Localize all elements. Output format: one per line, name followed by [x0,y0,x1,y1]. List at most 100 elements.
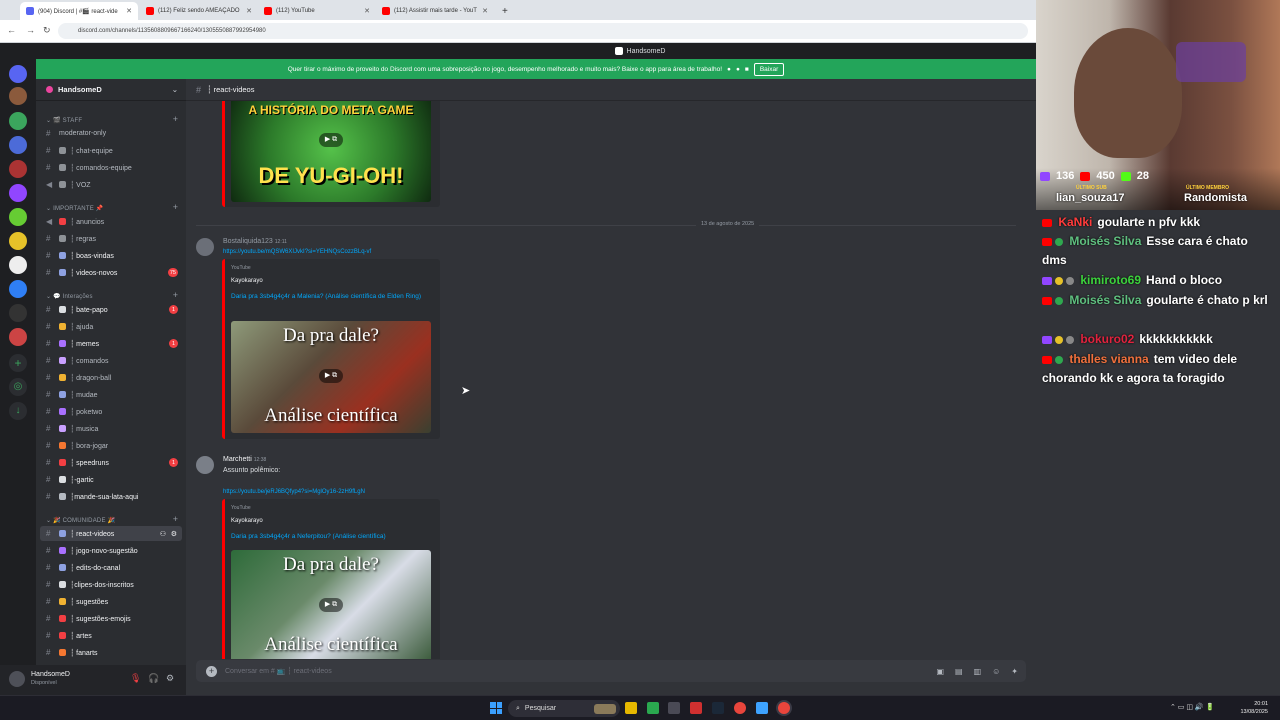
play-icon[interactable]: ▶ ⧉ [319,369,343,383]
windows-start-icon[interactable] [490,702,502,714]
browser-tab-youtube-3[interactable]: (112) Assistir mais tarde - YouT ✕ [376,2,494,20]
message-link[interactable]: https://youtu.be/mQSW6XIJvkI?si=YEHNQsCo… [223,249,371,255]
category-interacoes[interactable]: ⌄ 💬 Interações [46,293,93,300]
channel-mudae[interactable]: # ┆ mudae [40,387,182,402]
server-icon[interactable] [9,232,27,250]
add-channel-icon[interactable]: + [173,514,178,524]
channel-speedruns[interactable]: # ┆ speedruns 1 [40,455,182,470]
embed-title[interactable]: Daria pra 3sb4g4ç4r a Malenia? (Análise … [231,292,431,302]
server-icon[interactable] [9,112,27,130]
home-icon[interactable] [9,65,27,83]
chrome-active-icon[interactable] [778,702,790,714]
play-icon[interactable]: ▶ ⧉ [319,133,343,147]
video-thumbnail[interactable]: Da pra dale? Análise científica ▶ ⧉ [231,321,431,433]
video-thumbnail[interactable]: A HISTÓRIA DO META GAME DE YU-GI-OH! ▶ ⧉ [231,101,431,202]
channel-anuncios[interactable]: ◀ ┆ anuncios [40,214,182,229]
gear-icon[interactable]: ⚙ [166,673,174,684]
chevron-down-icon[interactable]: ⌄ [172,85,178,94]
channel-comandos[interactable]: # ┆ comandos [40,353,182,368]
add-server-icon[interactable]: + [9,354,27,372]
back-icon[interactable]: ← [7,25,16,35]
channel-dragon-ball[interactable]: # ┆ dragon-ball [40,370,182,385]
taskbar-clock[interactable]: 20:01 13/08/2025 [1240,700,1268,716]
play-icon[interactable]: ▶ ⧉ [319,598,343,612]
channel-musica[interactable]: # ┆ musica [40,421,182,436]
add-channel-icon[interactable]: + [173,114,178,124]
channel-clipes-dos-inscritos[interactable]: # ┆clipes-dos-inscritos [40,577,182,592]
channel-moderator-only[interactable]: # moderator-only [40,126,182,141]
gear-icon[interactable]: ⚙ [171,530,177,538]
emoji-icon[interactable]: ☺ [992,667,1000,676]
channel-poketwo[interactable]: # ┆ poketwo [40,404,182,419]
terminal-icon[interactable] [668,702,680,714]
server-icon[interactable] [9,328,27,346]
channel-ajuda[interactable]: # ┆ ajuda [40,319,182,334]
avatar[interactable] [9,671,25,687]
add-channel-icon[interactable]: + [173,202,178,212]
apps-icon[interactable]: ✦ [1011,667,1018,676]
forward-icon[interactable]: → [26,25,35,35]
server-icon[interactable] [9,136,27,154]
channel-jogo-novo-sugestao[interactable]: # ┆ jogo-novo-sugestão [40,543,182,558]
channel-boas-vindas[interactable]: # ┆ boas-vindas [40,248,182,263]
server-icon[interactable] [9,280,27,298]
close-icon[interactable]: ✕ [364,7,370,15]
avatar[interactable] [196,238,214,256]
channel-memes[interactable]: # ┆ memes 1 [40,336,182,351]
file-explorer-icon[interactable] [625,702,637,714]
new-tab-button[interactable]: + [496,2,510,20]
channel-edits-do-canal[interactable]: # ┆ edits-do-canal [40,560,182,575]
embed-title[interactable]: Daria pra 3sb4g4ç4r a Neferpitou? (Análi… [231,532,431,542]
browser-tab-discord[interactable]: (904) Discord | #🎬 react-vide ✕ [20,2,138,20]
channel-fanarts[interactable]: # ┆ fanarts [40,645,182,660]
channel-sugestoes-emojis[interactable]: # ┆ sugestões-emojis [40,611,182,626]
system-tray-icons[interactable]: ⌃ ▭ ◫ 🔊 🔋 [1170,703,1214,711]
server-icon[interactable] [9,160,27,178]
channel-regras[interactable]: # ┆ regras [40,231,182,246]
channel-bora-jogar[interactable]: # ┆ bora-jogar [40,438,182,453]
server-icon[interactable] [9,256,27,274]
download-button[interactable]: Baixar [753,62,785,76]
channel-react-videos[interactable]: # ┆ react-videos ⚇ ⚙ [40,526,182,541]
download-icon[interactable]: ↓ [9,402,27,420]
embed-author[interactable]: Kayokarayo [231,278,263,284]
embed-author[interactable]: Kayokarayo [231,518,263,524]
add-channel-icon[interactable]: + [173,290,178,300]
gift-icon[interactable]: ▣ [936,667,944,676]
channel-chat-equipe[interactable]: # ┆ chat-equipe [40,143,182,158]
app-icon[interactable] [690,702,702,714]
channel-videos-novos[interactable]: # ┆ videos-novos 75 [40,265,182,280]
message-author[interactable]: Bostaliquida123 12:11 [223,238,287,245]
server-icon[interactable] [9,208,27,226]
add-attachment-icon[interactable]: + [206,665,217,677]
avatar[interactable] [196,456,214,474]
channel-gartic[interactable]: # ┆-gartic [40,472,182,487]
steam-icon[interactable] [712,702,724,714]
add-member-icon[interactable]: ⚇ [160,530,166,538]
drive-icon[interactable] [756,702,768,714]
channel-mande-sua-lata-aqui[interactable]: # ┆mande-sua-lata-aqui [40,489,182,504]
reload-icon[interactable]: ↻ [43,25,51,36]
browser-tab-youtube-1[interactable]: (112) Feliz sendo AMEAÇADO ✕ [140,2,258,20]
browser-tab-youtube-2[interactable]: (112) YouTube ✕ [258,2,376,20]
explore-icon[interactable]: ◎ [9,378,27,396]
message-composer[interactable]: + Conversar em # 📺 ┆ react-videos ▣ ▤ ▥ … [196,660,1026,682]
close-icon[interactable]: ✕ [246,7,252,15]
xbox-icon[interactable] [647,702,659,714]
message-author[interactable]: Marchetti 12:38 [223,456,266,463]
channel-voz[interactable]: ◀ ┆ VOZ [40,177,182,192]
server-icon[interactable] [9,184,27,202]
sticker-icon[interactable]: ▥ [974,667,982,676]
chrome-icon[interactable] [734,702,746,714]
message-link[interactable]: https://youtu.be/jeRJ6BQfyp4?si=MglOy16-… [223,489,365,495]
server-header[interactable]: HandsomeD ⌄ [36,79,186,101]
close-icon[interactable]: ✕ [126,7,132,15]
category-importante[interactable]: ⌄ IMPORTANTE 📌 [46,205,103,212]
taskbar-search[interactable]: ⌕ Pesquisar [508,700,620,717]
server-icon[interactable] [9,87,27,105]
channel-sugestoes[interactable]: # ┆ sugestões [40,594,182,609]
server-icon[interactable] [9,304,27,322]
gif-icon[interactable]: ▤ [955,667,963,676]
url-bar[interactable]: discord.com/channels/1135608809667166240… [58,23,1028,39]
channel-bate-papo[interactable]: # ┆ bate-papo 1 [40,302,182,317]
